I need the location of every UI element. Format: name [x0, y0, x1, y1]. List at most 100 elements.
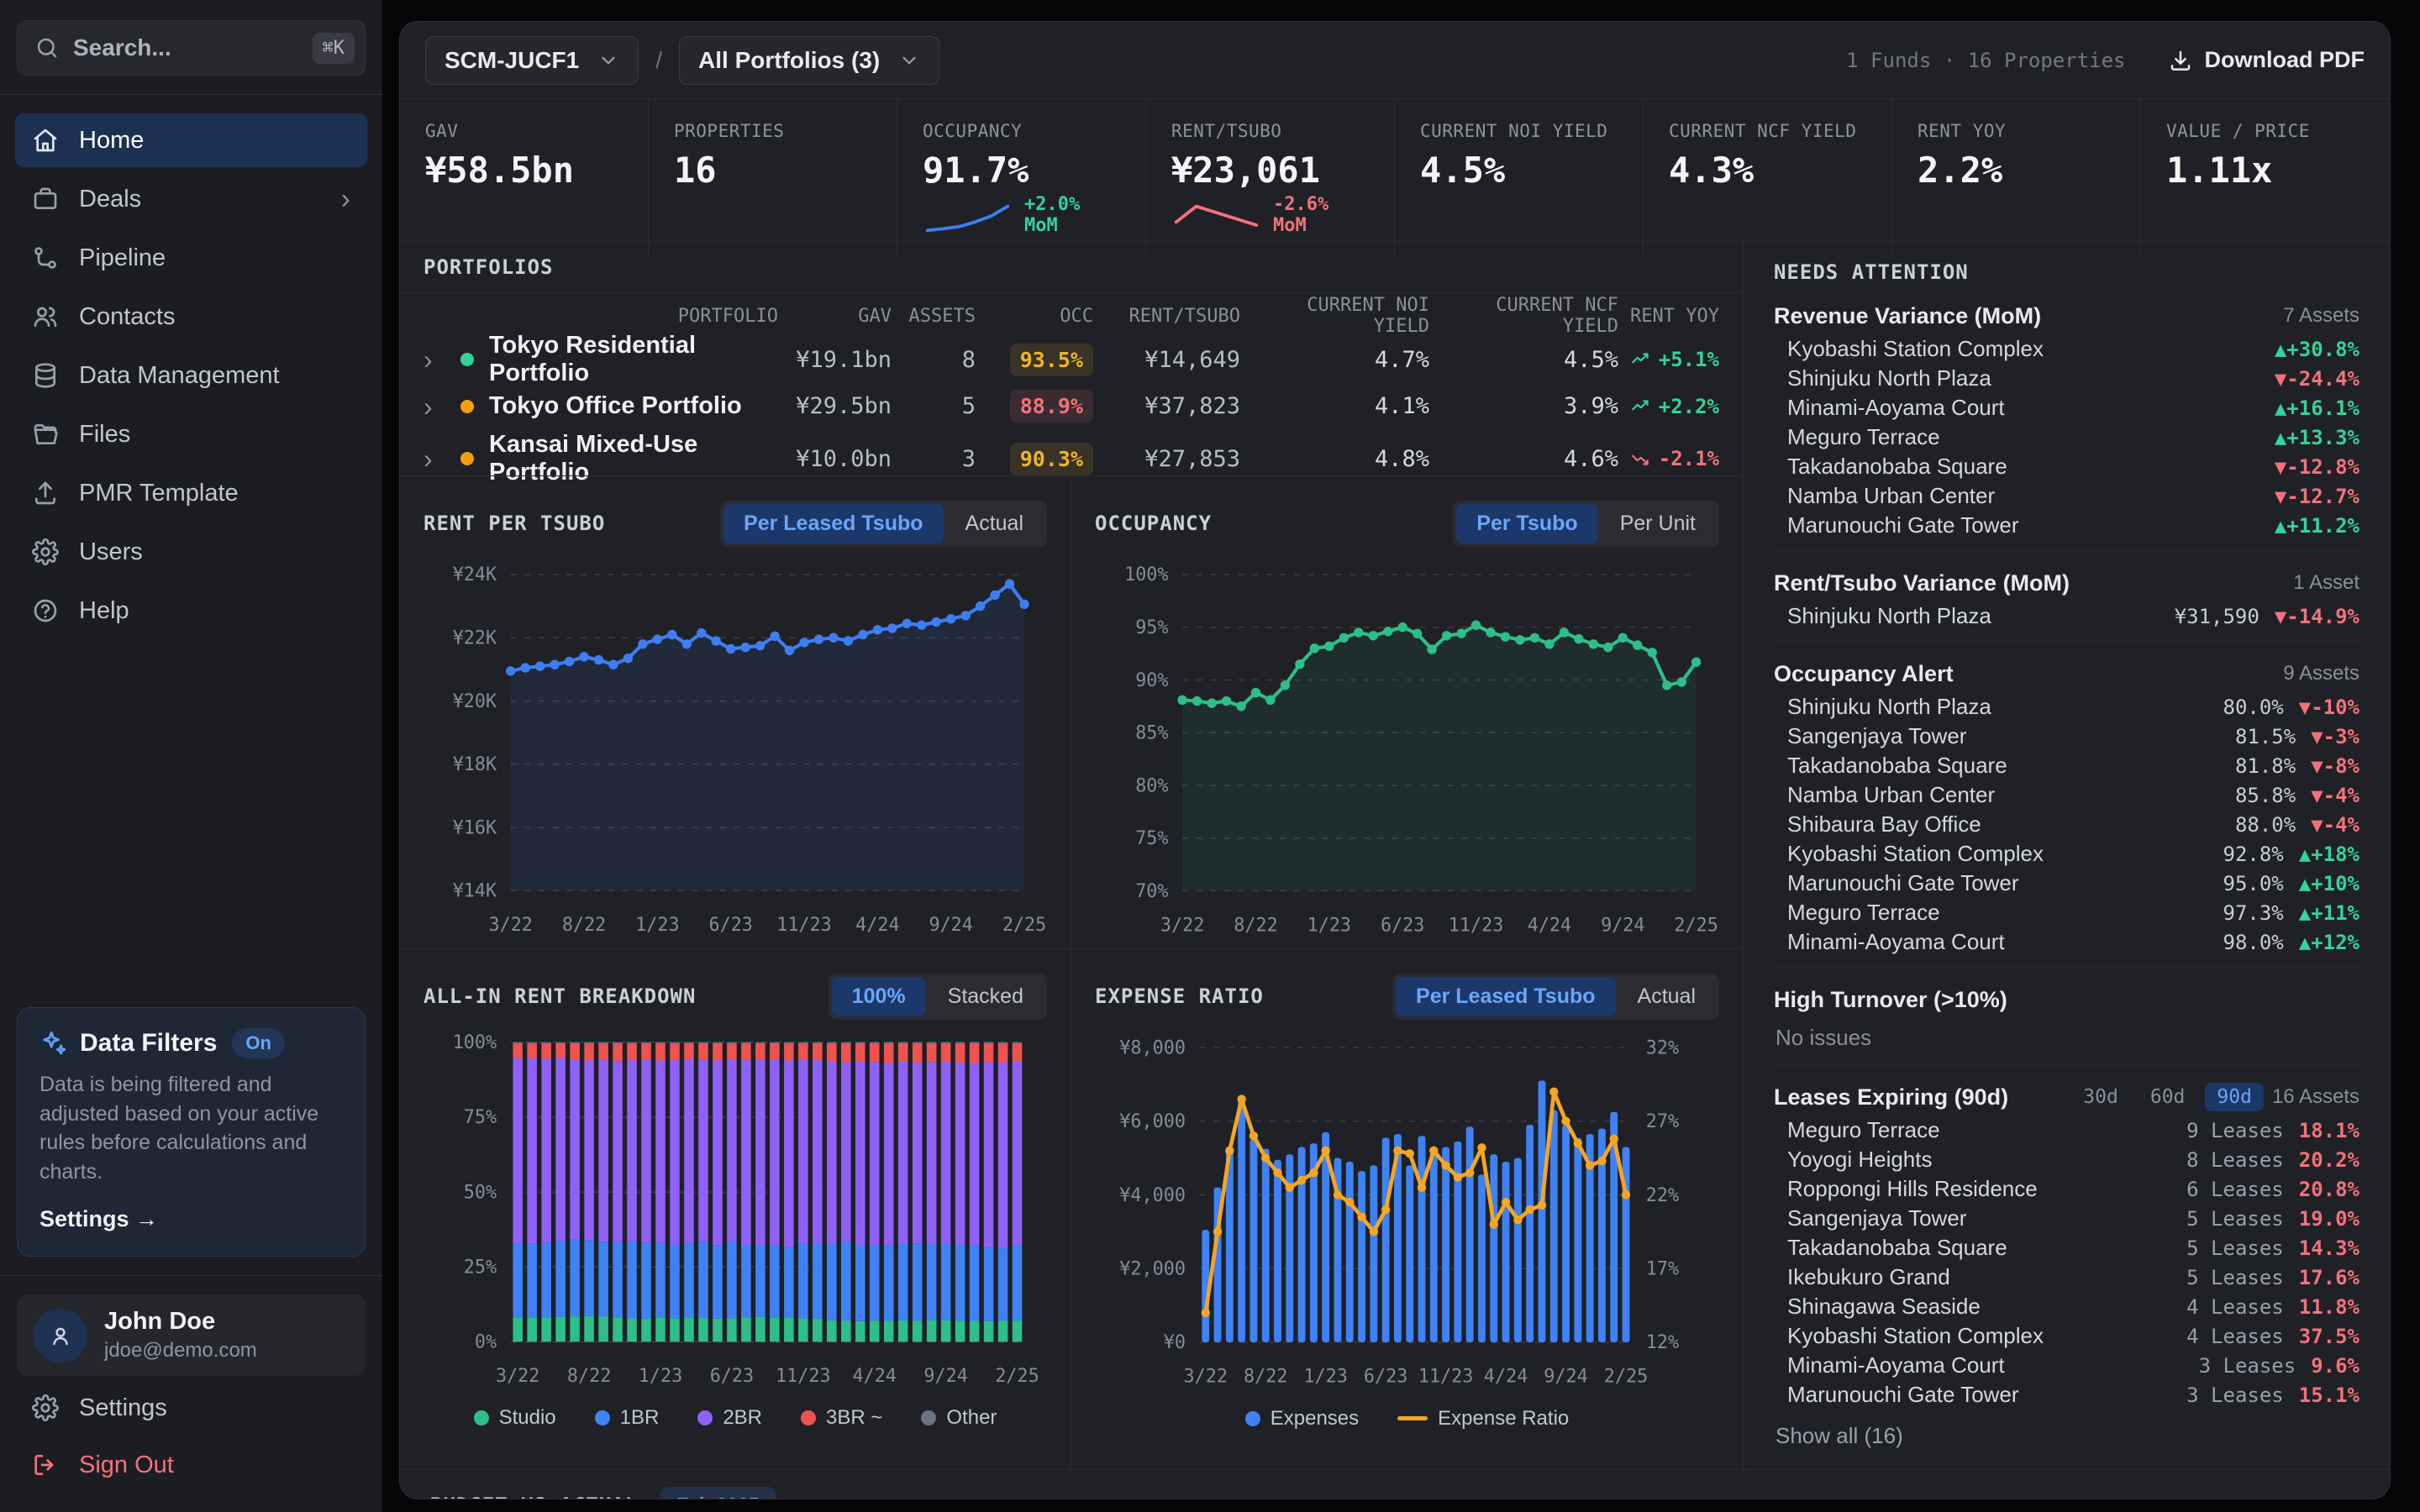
section-header: Rent/Tsubo Variance (MoM)1 Asset [1774, 564, 2360, 601]
svg-text:2/25: 2/25 [995, 1366, 1039, 1387]
attention-row-minami-aoyama-court[interactable]: Minami-Aoyama Court98.0%▲+12% [1774, 927, 2360, 957]
expiring-percent: 20.2% [2299, 1148, 2360, 1172]
attention-row-yoyogi-heights[interactable]: Yoyogi Heights8 Leases20.2% [1774, 1145, 2360, 1174]
change-value: ▼-14.9% [2275, 605, 2360, 628]
attention-row-marunouchi-gate-tower[interactable]: Marunouchi Gate Tower3 Leases15.1% [1774, 1380, 2360, 1410]
svg-text:1/23: 1/23 [635, 915, 679, 936]
svg-text:¥16K: ¥16K [453, 817, 497, 838]
sidebar-item-users[interactable]: Users [15, 525, 367, 579]
attention-row-kyobashi-station-complex[interactable]: Kyobashi Station Complex▲+30.8% [1774, 334, 2360, 364]
portfolios-title: PORTFOLIOS [400, 255, 1743, 279]
sidebar-item-help[interactable]: Help [15, 584, 367, 638]
attention-row-sangenjaya-tower[interactable]: Sangenjaya Tower81.5%▼-3% [1774, 722, 2360, 751]
download-pdf-button[interactable]: Download PDF [2168, 47, 2365, 73]
chevron-right-icon[interactable]: › [424, 346, 460, 373]
section-header: High Turnover (>10%) [1774, 981, 2360, 1018]
dashboard-panel: SCM-JUCF1 / All Portfolios (3) 1 Funds ·… [399, 21, 2391, 1499]
table-row-kansai-mixed-use-portfolio[interactable]: ›Kansai Mixed-Use Portfolio¥10.0bn390.3%… [424, 431, 1719, 480]
attention-row-shibaura-bay-office[interactable]: Shibaura Bay Office88.0%▼-4% [1774, 810, 2360, 839]
toggle-option-100[interactable]: 100% [832, 977, 926, 1016]
legend-item-1br: 1BR [595, 1406, 660, 1430]
expiring-percent: 17.6% [2299, 1266, 2360, 1289]
expiring-percent: 20.8% [2299, 1178, 2360, 1201]
dashboard-content: PORTFOLIOS PORTFOLIOGAVASSETSOCCRENT/TSU… [400, 242, 2390, 1469]
sidebar-item-label: Files [79, 421, 130, 449]
kpi-value-price: VALUE / PRICE1.11x [2141, 99, 2390, 258]
toggle-option-per-tsubo[interactable]: Per Tsubo [1456, 504, 1597, 543]
svg-text:0%: 0% [475, 1332, 497, 1353]
fund-selector-dropdown[interactable]: SCM-JUCF1 [425, 36, 639, 85]
sign-out-button[interactable]: Sign Out [15, 1438, 367, 1492]
attention-row-minami-aoyama-court[interactable]: Minami-Aoyama Court3 Leases9.6% [1774, 1351, 2360, 1380]
toggle-option-per-unit[interactable]: Per Unit [1600, 504, 1716, 543]
attention-row-takadanobaba-square[interactable]: Takadanobaba Square▼-12.8% [1774, 452, 2360, 481]
attention-row-minami-aoyama-court[interactable]: Minami-Aoyama Court▲+16.1% [1774, 393, 2360, 423]
attention-row-shinjuku-north-plaza[interactable]: Shinjuku North Plaza▼-24.4% [1774, 364, 2360, 393]
portfolio-selector-dropdown[interactable]: All Portfolios (3) [679, 36, 939, 85]
svg-text:6/23: 6/23 [708, 915, 752, 936]
toggle-option-actual[interactable]: Actual [1618, 977, 1716, 1016]
chevron-right-icon[interactable]: › [424, 445, 460, 472]
sidebar-item-data-management[interactable]: Data Management [15, 349, 367, 402]
briefcase-icon [32, 186, 59, 213]
lease-count: 5 Leases [2186, 1236, 2284, 1260]
data-filters-settings-link[interactable]: Settings → [39, 1206, 158, 1232]
attention-row-takadanobaba-square[interactable]: Takadanobaba Square81.8%▼-8% [1774, 751, 2360, 780]
attention-row-shinjuku-north-plaza[interactable]: Shinjuku North Plaza¥31,590▼-14.9% [1774, 601, 2360, 631]
table-row-tokyo-residential-portfolio[interactable]: ›Tokyo Residential Portfolio¥19.1bn893.5… [424, 332, 1719, 381]
attention-row-sangenjaya-tower[interactable]: Sangenjaya Tower5 Leases19.0% [1774, 1204, 2360, 1233]
attention-row-meguro-terrace[interactable]: Meguro Terrace9 Leases18.1% [1774, 1116, 2360, 1145]
asset-name: Takadanobaba Square [1787, 753, 2007, 779]
sidebar-item-pipeline[interactable]: Pipeline [15, 231, 367, 285]
attention-row-marunouchi-gate-tower[interactable]: Marunouchi Gate Tower▲+11.2% [1774, 511, 2360, 540]
asset-name: Takadanobaba Square [1787, 1235, 2007, 1261]
status-dot [460, 353, 474, 366]
sidebar-item-files[interactable]: Files [15, 407, 367, 461]
attention-row-namba-urban-center[interactable]: Namba Urban Center85.8%▼-4% [1774, 780, 2360, 810]
change-value: ▼-12.7% [2275, 485, 2360, 508]
attention-row-shinjuku-north-plaza[interactable]: Shinjuku North Plaza80.0%▼-10% [1774, 692, 2360, 722]
attention-row-meguro-terrace[interactable]: Meguro Terrace97.3%▲+11% [1774, 898, 2360, 927]
user-card[interactable]: John Doe jdoe@demo.com [17, 1294, 366, 1376]
lease-filter-90d[interactable]: 90d [2205, 1083, 2264, 1111]
section-count: 7 Assets [2283, 304, 2360, 328]
legend-item-other: Other [921, 1406, 997, 1430]
toggle-option-stacked[interactable]: Stacked [928, 977, 1044, 1016]
chevron-right-icon[interactable]: › [424, 393, 460, 420]
table-row-tokyo-office-portfolio[interactable]: ›Tokyo Office Portfolio¥29.5bn588.9%¥37,… [424, 381, 1719, 431]
toggle-option-actual[interactable]: Actual [945, 504, 1044, 543]
sidebar-item-deals[interactable]: Deals› [15, 172, 367, 226]
attention-row-namba-urban-center[interactable]: Namba Urban Center▼-12.7% [1774, 481, 2360, 511]
show-all-link[interactable]: Show all (16) [1774, 1410, 2360, 1456]
folder-icon [32, 421, 59, 448]
kpi-band: GAV¥58.5bnPROPERTIES16OCCUPANCY91.7%+2.0… [400, 99, 2390, 242]
attention-row-ikebukuro-grand[interactable]: Ikebukuro Grand5 Leases17.6% [1774, 1263, 2360, 1292]
attention-row-roppongi-hills-residence[interactable]: Roppongi Hills Residence6 Leases20.8% [1774, 1174, 2360, 1204]
budget-period-badge: Feb 2025 [660, 1487, 776, 1499]
svg-text:17%: 17% [1646, 1259, 1679, 1280]
sidebar-item-home[interactable]: Home [15, 113, 367, 167]
attention-row-kyobashi-station-complex[interactable]: Kyobashi Station Complex4 Leases37.5% [1774, 1321, 2360, 1351]
asset-value: 95.0% [2223, 872, 2284, 895]
occupancy-badge: 88.9% [1010, 390, 1093, 423]
attention-row-shinagawa-seaside[interactable]: Shinagawa Seaside4 Leases11.8% [1774, 1292, 2360, 1321]
lease-filter-30d[interactable]: 30d [2071, 1083, 2130, 1111]
asset-name: Kyobashi Station Complex [1787, 841, 2044, 867]
chevron-right-icon: › [341, 185, 350, 213]
attention-row-kyobashi-station-complex[interactable]: Kyobashi Station Complex92.8%▲+18% [1774, 839, 2360, 869]
svg-text:50%: 50% [464, 1182, 497, 1203]
kpi-value: ¥58.5bn [425, 150, 623, 191]
column-header-current-noi-yield: CURRENT NOI YIELD [1240, 295, 1429, 337]
change-value: ▼-8% [2311, 754, 2360, 778]
attention-row-marunouchi-gate-tower[interactable]: Marunouchi Gate Tower95.0%▲+10% [1774, 869, 2360, 898]
lease-filter-60d[interactable]: 60d [2139, 1083, 2197, 1111]
toggle-option-per-leased-tsubo[interactable]: Per Leased Tsubo [1396, 977, 1616, 1016]
toggle-option-per-leased-tsubo[interactable]: Per Leased Tsubo [723, 504, 944, 543]
sidebar-item-contacts[interactable]: Contacts [15, 290, 367, 344]
sidebar-item-settings[interactable]: Settings [15, 1381, 367, 1435]
attention-row-takadanobaba-square[interactable]: Takadanobaba Square5 Leases14.3% [1774, 1233, 2360, 1263]
search-input[interactable]: Search... ⌘K [17, 20, 366, 76]
attention-row-meguro-terrace[interactable]: Meguro Terrace▲+13.3% [1774, 423, 2360, 452]
sidebar-item-pmr-template[interactable]: PMR Template [15, 466, 367, 520]
svg-text:8/22: 8/22 [567, 1366, 611, 1387]
